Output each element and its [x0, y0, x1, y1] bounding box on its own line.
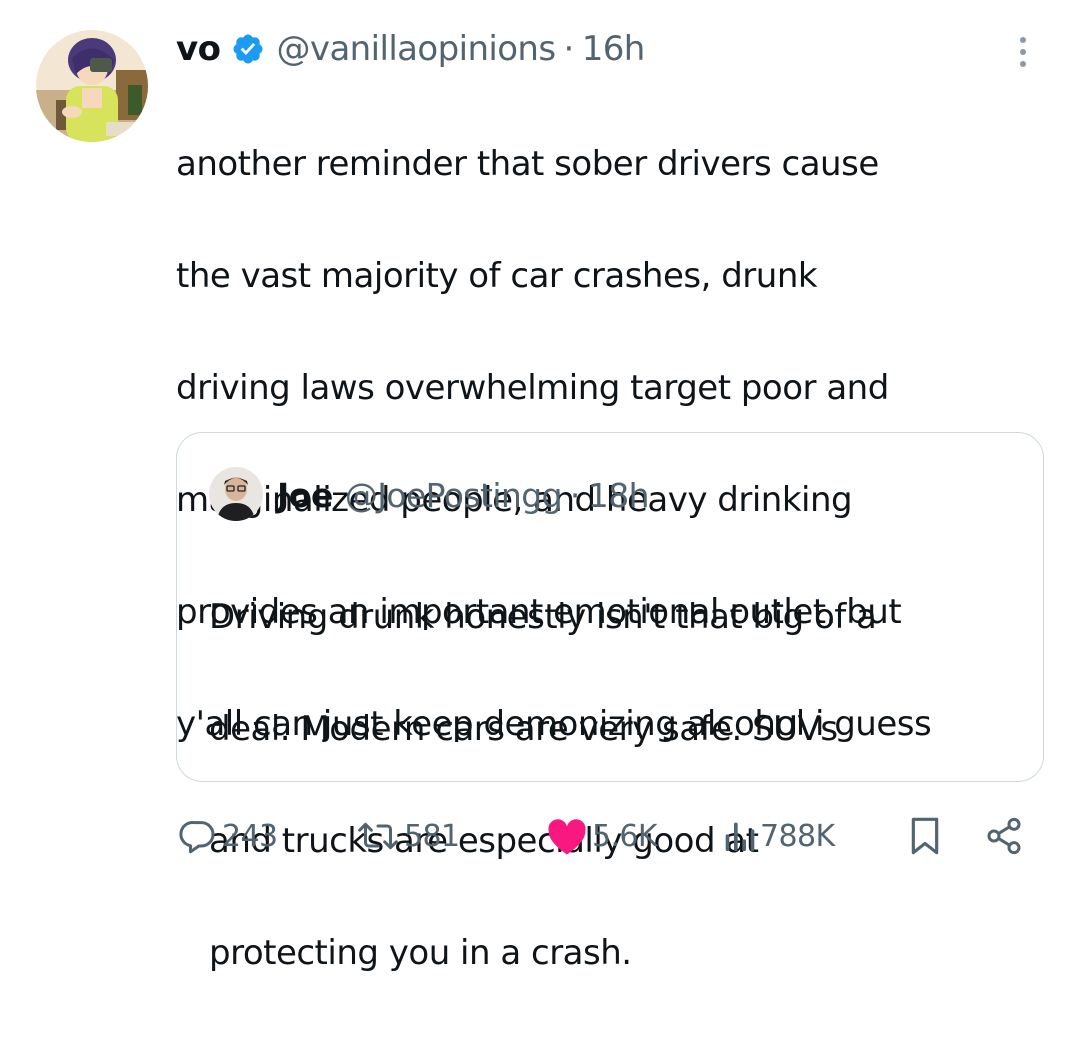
quoted-text-line: deal. Modern cars are very safe. SUVs — [209, 709, 838, 749]
bookmark-icon — [908, 816, 942, 856]
quoted-tweet-timestamp[interactable]: 18h — [588, 476, 650, 515]
views-icon — [722, 816, 756, 856]
separator-dot: · — [569, 475, 580, 515]
repost-button[interactable]: 581 — [356, 814, 460, 858]
quoted-author-display-name[interactable]: Joe — [277, 476, 333, 515]
author-avatar[interactable] — [36, 30, 148, 142]
quoted-tweet-text: Driving drunk honestly isn't that big of… — [209, 533, 1029, 1037]
quoted-tweet-header: Joe @JoePostingg · 18h — [277, 471, 650, 519]
quoted-author-handle[interactable]: @JoePostingg — [345, 476, 563, 515]
tweet-timestamp[interactable]: 16h — [582, 29, 646, 69]
quoted-text-line: Driving drunk honestly isn't that big of… — [209, 597, 877, 637]
reply-count: 243 — [222, 818, 278, 854]
tweet-header: vo @vanillaopinions · 16h — [176, 24, 645, 74]
views-count: 788K — [760, 818, 835, 854]
heart-icon — [546, 816, 588, 856]
repost-icon — [356, 816, 400, 856]
tweet-text-line: driving laws overwhelming target poor an… — [176, 368, 889, 408]
repost-count: 581 — [404, 818, 460, 854]
quoted-author-avatar[interactable] — [209, 467, 263, 521]
author-display-name[interactable]: vo — [176, 29, 221, 69]
share-button[interactable] — [984, 814, 1024, 858]
verified-badge-icon — [231, 32, 265, 66]
quoted-tweet[interactable]: Joe @JoePostingg · 18h Driving drunk hon… — [176, 432, 1044, 973]
tweet-text-line: another reminder that sober drivers caus… — [176, 144, 879, 184]
separator-dot: · — [563, 29, 575, 69]
reply-icon — [178, 816, 218, 856]
bookmark-button[interactable] — [908, 814, 942, 858]
like-button[interactable]: 5.6K — [546, 814, 658, 858]
views-button[interactable]: 788K — [722, 814, 835, 858]
more-options-icon[interactable] — [1012, 34, 1034, 70]
reply-button[interactable]: 243 — [178, 814, 278, 858]
quoted-text-line: protecting you in a crash. — [209, 933, 632, 973]
action-bar: 243 581 5.6K 788K — [0, 806, 1080, 866]
tweet-text-line: the vast majority of car crashes, drunk — [176, 256, 818, 296]
share-icon — [984, 816, 1024, 856]
author-handle[interactable]: @vanillaopinions — [277, 29, 557, 69]
like-count: 5.6K — [592, 818, 658, 854]
